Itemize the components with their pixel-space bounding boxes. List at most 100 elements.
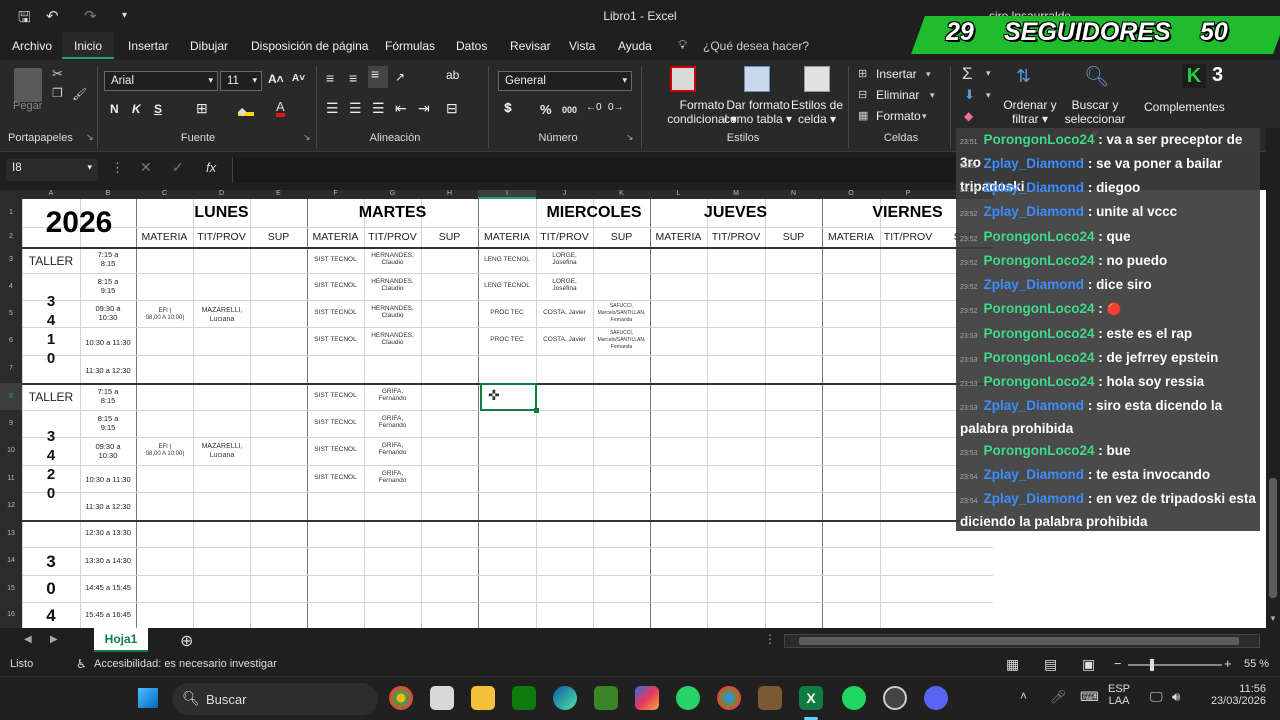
- row-header-9[interactable]: 9: [0, 410, 22, 437]
- autosum-icon[interactable]: Σ: [962, 64, 973, 84]
- selected-cell[interactable]: ✜: [480, 383, 539, 413]
- column-header-L[interactable]: L: [650, 190, 707, 199]
- tab-revisar[interactable]: Revisar: [510, 39, 551, 53]
- align-left-icon[interactable]: ☰: [326, 100, 339, 117]
- windows-start-icon[interactable]: [138, 688, 158, 708]
- tab-vista[interactable]: Vista: [569, 39, 595, 53]
- row-header-13[interactable]: 13: [0, 520, 22, 547]
- clear-icon[interactable]: ◆: [964, 109, 973, 123]
- column-header-B[interactable]: B: [80, 190, 136, 199]
- row-header-3[interactable]: 3: [0, 247, 22, 273]
- bold-button[interactable]: N: [110, 102, 119, 116]
- column-header-M[interactable]: M: [707, 190, 765, 199]
- format-cells-button[interactable]: Formato: [876, 109, 921, 123]
- align-top-icon[interactable]: ≡: [326, 70, 334, 86]
- app-icon[interactable]: [430, 686, 454, 710]
- tab-archivo[interactable]: Archivo: [12, 39, 52, 53]
- table-format-icon[interactable]: [744, 66, 770, 92]
- font-size-select[interactable]: 11 ▾: [220, 71, 262, 91]
- copilot-icon[interactable]: [635, 686, 659, 710]
- format-painter-icon[interactable]: 🖌︎: [72, 87, 87, 101]
- language-indicator[interactable]: ESP LAA: [1108, 683, 1130, 707]
- decrease-indent-icon[interactable]: ⇤: [395, 100, 407, 117]
- tab-formulas[interactable]: Fórmulas: [385, 39, 435, 53]
- whatsapp-icon[interactable]: [676, 686, 700, 710]
- copy-icon[interactable]: ❐: [52, 86, 63, 100]
- fill-icon[interactable]: ⬇: [964, 87, 975, 103]
- volume-icon[interactable]: 🔊︎: [1172, 689, 1180, 705]
- column-header-K[interactable]: K: [593, 190, 650, 199]
- row-header-6[interactable]: 6: [0, 327, 22, 355]
- merge-center-icon[interactable]: ⊟: [446, 100, 458, 117]
- tray-overflow-icon[interactable]: ˄: [1020, 689, 1027, 703]
- cell-styles-button[interactable]: Estilos de celda ▾: [788, 98, 846, 126]
- column-header-C[interactable]: C: [136, 190, 193, 199]
- prev-sheet-icon[interactable]: ◀: [24, 634, 32, 645]
- row-header-15[interactable]: 15: [0, 575, 22, 602]
- tab-disposicion[interactable]: Disposición de página: [251, 39, 368, 53]
- sheet-tab-hoja1[interactable]: Hoja1: [94, 628, 148, 652]
- name-box[interactable]: I8 ▾: [6, 159, 98, 181]
- cell-styles-icon[interactable]: [804, 66, 830, 92]
- discord-icon[interactable]: [924, 686, 948, 710]
- row-header-7[interactable]: 7: [0, 355, 22, 383]
- thousands-button[interactable]: 000: [562, 105, 577, 115]
- autosum-chevron-icon[interactable]: ▾: [986, 68, 991, 79]
- tab-insertar[interactable]: Insertar: [128, 39, 169, 53]
- keyboard-icon[interactable]: ⌨: [1080, 689, 1099, 705]
- file-explorer-icon[interactable]: [471, 686, 495, 710]
- minecraft-launcher-icon[interactable]: [758, 686, 782, 710]
- formula-input[interactable]: [232, 157, 958, 183]
- format-cells-chevron-icon[interactable]: ▾: [922, 111, 927, 122]
- addins-button[interactable]: Complementes: [1144, 100, 1225, 114]
- zoom-in-icon[interactable]: +: [1224, 656, 1232, 671]
- formula-bar-options-icon[interactable]: ⋮: [111, 160, 124, 176]
- row-header-14[interactable]: 14: [0, 547, 22, 575]
- row-header-1[interactable]: 1: [0, 199, 22, 227]
- align-bottom-button[interactable]: ≡: [368, 66, 388, 88]
- row-header-11[interactable]: 11: [0, 465, 22, 492]
- font-launcher-icon[interactable]: ↘: [303, 132, 311, 143]
- tab-inicio[interactable]: Inicio: [62, 32, 115, 59]
- chrome-icon[interactable]: [389, 686, 413, 710]
- increase-indent-icon[interactable]: ⇥: [418, 100, 430, 117]
- column-header-A[interactable]: A: [22, 190, 80, 199]
- decrease-decimal-icon[interactable]: 0→: [608, 102, 624, 113]
- underline-button[interactable]: S: [154, 102, 162, 116]
- column-header-G[interactable]: G: [364, 190, 421, 199]
- sort-filter-button[interactable]: Ordenar y filtrar ▾: [1000, 98, 1060, 126]
- obs-icon[interactable]: [883, 686, 907, 710]
- network-icon[interactable]: 🖵︎: [1150, 689, 1163, 705]
- number-format-select[interactable]: General ▾: [498, 71, 632, 91]
- table-format-button[interactable]: Dar formato como tabla ▾: [720, 98, 796, 126]
- clipboard-launcher-icon[interactable]: ↘: [86, 132, 94, 143]
- vertical-scrollbar[interactable]: ▼: [1266, 128, 1280, 628]
- spotify-icon[interactable]: [842, 686, 866, 710]
- paste-button[interactable]: Pegar: [13, 100, 42, 112]
- font-name-select[interactable]: Arial ▾: [104, 71, 218, 91]
- normal-view-icon[interactable]: ▦: [1006, 656, 1019, 673]
- accounting-format-icon[interactable]: 💲︎: [504, 100, 512, 116]
- italic-button[interactable]: K: [132, 102, 141, 116]
- taskbar-search[interactable]: 🔍︎ Buscar: [172, 683, 378, 715]
- column-header-F[interactable]: F: [307, 190, 364, 199]
- zoom-out-icon[interactable]: −: [1114, 656, 1122, 671]
- delete-cells-chevron-icon[interactable]: ▾: [930, 90, 935, 101]
- confirm-entry-icon[interactable]: ✓: [172, 159, 184, 176]
- next-sheet-icon[interactable]: ▶: [50, 634, 58, 645]
- tab-datos[interactable]: Datos: [456, 39, 487, 53]
- store-icon[interactable]: [512, 686, 536, 710]
- column-header-P[interactable]: P: [880, 190, 936, 199]
- tab-dibujar[interactable]: Dibujar: [190, 39, 228, 53]
- grow-font-icon[interactable]: A˄: [268, 72, 284, 86]
- row-header-10[interactable]: 10: [0, 437, 22, 465]
- column-header-H[interactable]: H: [421, 190, 478, 199]
- percent-button[interactable]: %: [540, 102, 552, 117]
- number-launcher-icon[interactable]: ↘: [626, 132, 634, 143]
- page-break-icon[interactable]: ▣: [1082, 656, 1095, 673]
- add-sheet-icon[interactable]: ⊕: [180, 631, 193, 651]
- tell-me-search[interactable]: ¿Qué desea hacer?: [703, 39, 809, 53]
- minecraft-icon[interactable]: [594, 686, 618, 710]
- align-middle-icon[interactable]: ≡: [349, 70, 357, 86]
- wrap-text-icon[interactable]: ab: [446, 68, 459, 82]
